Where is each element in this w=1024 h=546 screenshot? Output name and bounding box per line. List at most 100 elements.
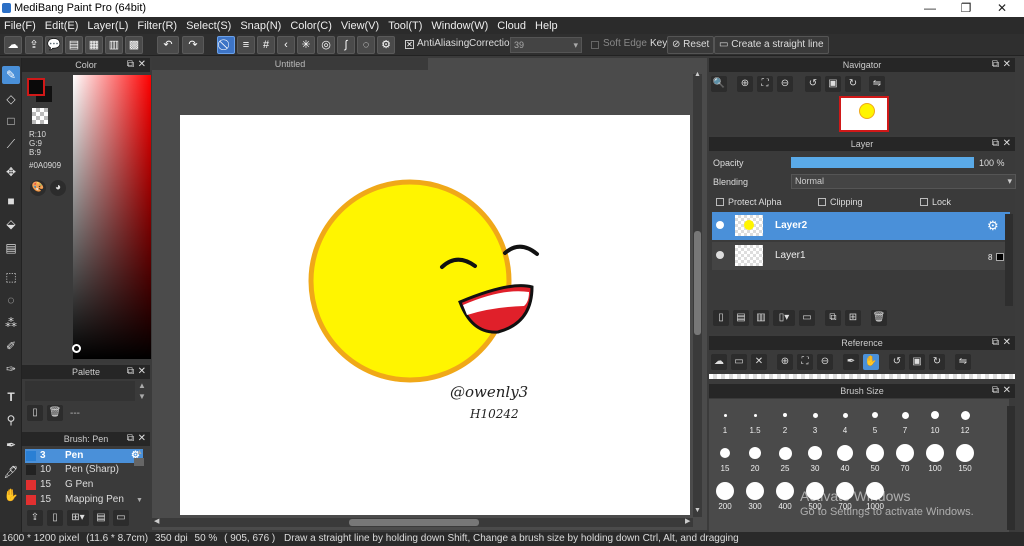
palette-area[interactable] <box>25 381 135 401</box>
protect-alpha-option[interactable]: Protect Alpha <box>716 197 782 207</box>
brush-size-option[interactable]: 5 <box>861 401 889 437</box>
scroll-up-icon[interactable]: ▲ <box>136 449 143 456</box>
menu-edit[interactable]: Edit(E) <box>41 20 84 32</box>
select-eraser-tool-icon[interactable]: ✑ <box>2 360 20 378</box>
brush-size-option[interactable]: 4 <box>831 401 859 437</box>
undock-icon[interactable]: ⧉ <box>127 365 134 379</box>
bucket-tool-icon[interactable]: ⬙ <box>2 215 20 233</box>
undock-icon[interactable]: ⧉ <box>127 58 134 72</box>
close-panel-icon[interactable]: ✕ <box>1003 336 1011 350</box>
menu-help[interactable]: Help <box>531 20 563 32</box>
dropper-tool-icon[interactable]: ✒ <box>2 436 20 454</box>
reference-fit-icon[interactable]: ⛶ <box>797 354 813 370</box>
move-tool-icon[interactable]: ✥ <box>2 163 20 181</box>
soft-edge-checkbox[interactable] <box>591 41 599 49</box>
menu-filter[interactable]: Filter(R) <box>133 20 182 32</box>
rectangle-tool-icon[interactable]: □ <box>2 112 20 130</box>
layer-scrollbar[interactable] <box>1005 214 1013 306</box>
select-pen-tool-icon[interactable]: ✐ <box>2 337 20 355</box>
layer-menu-icon[interactable]: ▯▾ <box>773 310 795 326</box>
lock-checkbox[interactable] <box>920 198 928 206</box>
brush-size-option[interactable]: 100 <box>921 439 949 475</box>
lock-option[interactable]: Lock <box>920 197 951 207</box>
protect-alpha-checkbox[interactable] <box>716 198 724 206</box>
reference-rotate-left-icon[interactable]: ↺ <box>889 354 905 370</box>
close-panel-icon[interactable]: ✕ <box>1003 58 1011 72</box>
foreground-color-swatch[interactable] <box>27 78 45 96</box>
color-palette-icon[interactable]: ◕ <box>50 180 66 196</box>
hand-tool-icon[interactable]: ✋ <box>2 486 20 504</box>
saturation-value-picker[interactable] <box>72 75 151 359</box>
menu-view[interactable]: View(V) <box>337 20 384 32</box>
undo-icon[interactable]: ↶ <box>157 36 179 54</box>
reference-dropper-icon[interactable]: ✒ <box>843 354 859 370</box>
vertical-scrollbar[interactable] <box>693 74 702 517</box>
perspective-snap-icon[interactable]: ‹ <box>277 36 295 54</box>
comment-icon[interactable]: 💬 <box>45 36 63 54</box>
correction-select[interactable]: 39 ▾ <box>510 37 582 53</box>
new-8bit-layer-icon[interactable]: ▥ <box>753 310 769 326</box>
brush-menu-icon[interactable]: ⊞▾ <box>67 510 89 526</box>
reference-flip-icon[interactable]: ⇋ <box>955 354 971 370</box>
color-wheel-icon[interactable]: 🎨 <box>30 180 46 196</box>
flip-icon[interactable]: ⇋ <box>869 76 885 92</box>
reference-rotate-right-icon[interactable]: ↻ <box>929 354 945 370</box>
scroll-down-icon[interactable]: ▼ <box>138 392 146 401</box>
duplicate-layer-icon[interactable]: ⧉ <box>825 310 841 326</box>
visibility-eye-icon[interactable] <box>716 251 724 259</box>
brush-size-option[interactable]: 12 <box>951 401 979 437</box>
canvas-page[interactable]: @owenly3 H10242 <box>180 115 690 515</box>
horizontal-scroll-thumb[interactable] <box>349 519 479 526</box>
radial-snap-icon[interactable]: ✳ <box>297 36 315 54</box>
brush-size-option[interactable]: 1.5 <box>741 401 769 437</box>
layer-settings-gear-icon[interactable]: ⚙ <box>987 218 999 234</box>
zoom-in-icon[interactable]: ⊕ <box>737 76 753 92</box>
new-palette-icon[interactable]: ▯ <box>27 405 43 421</box>
scroll-right-icon[interactable]: ▶ <box>685 517 690 525</box>
reference-zoom-in-icon[interactable]: ⊕ <box>777 354 793 370</box>
page-icon[interactable]: ▦ <box>85 36 103 54</box>
grid-pages-icon[interactable]: ▩ <box>125 36 143 54</box>
undock-icon[interactable]: ⧉ <box>127 432 134 446</box>
close-button[interactable]: ✕ <box>984 0 1020 17</box>
gradient-tool-icon[interactable]: ▤ <box>2 239 20 257</box>
transparent-color-swatch[interactable] <box>32 108 48 124</box>
redo-icon[interactable]: ↷ <box>182 36 204 54</box>
antialiasing-checkbox[interactable]: ✕ <box>405 40 414 49</box>
reference-close-icon[interactable]: ✕ <box>751 354 767 370</box>
upload-icon[interactable]: ⇪ <box>25 36 43 54</box>
menu-layer[interactable]: Layer(L) <box>83 20 133 32</box>
navigator-preview[interactable] <box>839 96 889 132</box>
sv-cursor[interactable] <box>72 344 81 353</box>
operation-tool-icon[interactable]: ⚲ <box>2 411 20 429</box>
horizontal-scrollbar[interactable] <box>152 518 693 527</box>
close-panel-icon[interactable]: ✕ <box>138 432 146 446</box>
menu-snap[interactable]: Snap(N) <box>236 20 286 32</box>
brush-item[interactable]: 15 Mapping Pen <box>25 493 143 507</box>
fill-rectangle-tool-icon[interactable]: ■ <box>2 192 20 210</box>
parallel-snap-icon[interactable]: ≡ <box>237 36 255 54</box>
brush-item[interactable]: 15 G Pen <box>25 478 143 492</box>
brush-item[interactable]: 3 Pen ⚙ <box>25 449 143 463</box>
brush-size-option[interactable]: 20 <box>741 439 769 475</box>
brush-size-option[interactable]: 25 <box>771 439 799 475</box>
snap-off-icon[interactable]: ⃠ <box>217 36 235 54</box>
blending-select[interactable]: Normal ▾ <box>791 174 1016 189</box>
delete-layer-icon[interactable]: 🗑 <box>871 310 887 326</box>
add-brush-icon[interactable]: ⇪ <box>27 510 43 526</box>
minimize-button[interactable]: — <box>912 0 948 17</box>
merge-layer-icon[interactable]: ⊞ <box>845 310 861 326</box>
undock-icon[interactable]: ⧉ <box>992 137 999 151</box>
brush-size-option[interactable]: 300 <box>741 477 769 513</box>
menu-color[interactable]: Color(C) <box>286 20 337 32</box>
brush-size-option[interactable]: 50 <box>861 439 889 475</box>
rotate-left-icon[interactable]: ↺ <box>805 76 821 92</box>
close-panel-icon[interactable]: ✕ <box>138 58 146 72</box>
brush-size-option[interactable]: 200 <box>711 477 739 513</box>
text-tool-icon[interactable]: T <box>2 388 20 406</box>
scroll-thumb[interactable] <box>134 458 144 466</box>
menu-file[interactable]: File(F) <box>0 20 41 32</box>
brush-size-option[interactable]: 15 <box>711 439 739 475</box>
scroll-left-icon[interactable]: ◀ <box>154 517 159 525</box>
brush-size-option[interactable]: 3 <box>801 401 829 437</box>
